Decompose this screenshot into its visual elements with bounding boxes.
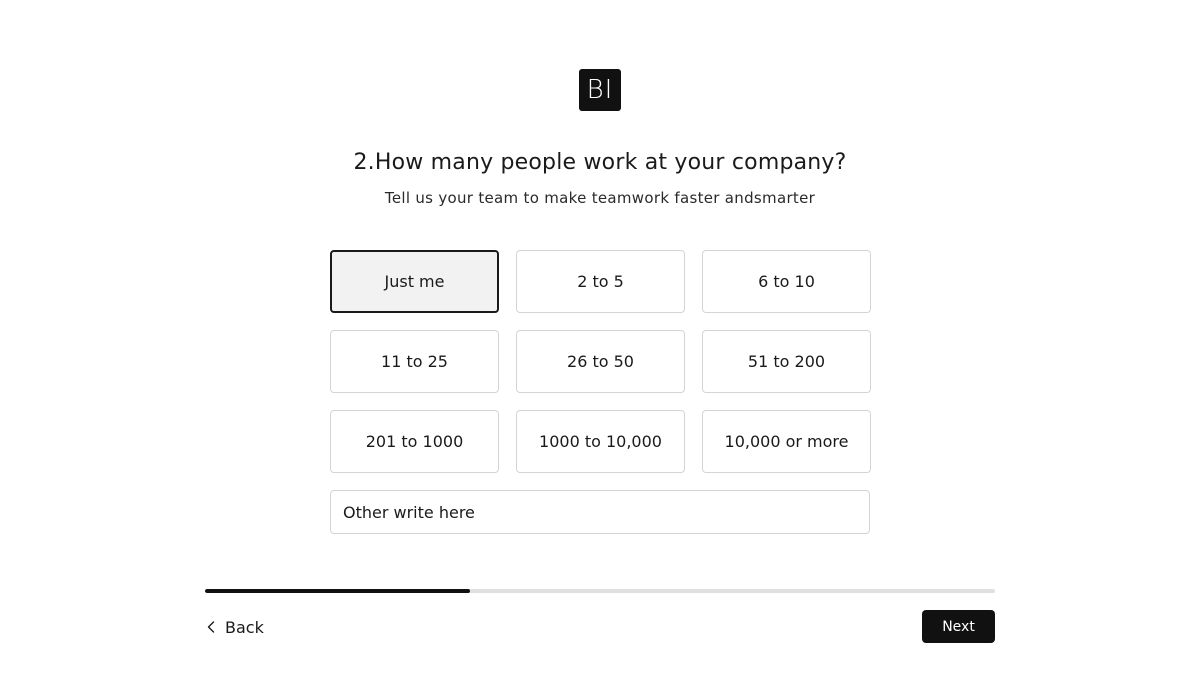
option-label: 201 to 1000 (365, 432, 464, 451)
team-size-options: Just me 2 to 5 6 to 10 11 to 25 26 to 50… (330, 250, 871, 473)
option-10000-or-more[interactable]: 10,000 or more (702, 410, 871, 473)
question-subtitle: Tell us your team to make teamwork faste… (384, 189, 816, 207)
option-26-to-50[interactable]: 26 to 50 (516, 330, 685, 393)
option-label: 11 to 25 (381, 352, 448, 371)
back-button[interactable]: Back (205, 612, 264, 642)
option-51-to-200[interactable]: 51 to 200 (702, 330, 871, 393)
option-label: 6 to 10 (758, 272, 815, 291)
option-just-me[interactable]: Just me (330, 250, 499, 313)
option-label: 51 to 200 (747, 352, 826, 371)
progress-bar (205, 589, 995, 593)
brand-logo: BI (579, 69, 621, 111)
next-button[interactable]: Next (922, 610, 995, 643)
option-6-to-10[interactable]: 6 to 10 (702, 250, 871, 313)
option-2-to-5[interactable]: 2 to 5 (516, 250, 685, 313)
option-1000-to-10000[interactable]: 1000 to 10,000 (516, 410, 685, 473)
option-label: 2 to 5 (577, 272, 624, 291)
option-201-to-1000[interactable]: 201 to 1000 (330, 410, 499, 473)
back-label: Back (225, 617, 264, 637)
option-label: 10,000 or more (724, 432, 849, 451)
question-title: 2.How many people work at your company? (353, 150, 847, 175)
chevron-left-icon (205, 620, 217, 634)
other-text-input[interactable] (330, 490, 870, 534)
option-label: Just me (384, 272, 445, 291)
option-label: 1000 to 10,000 (539, 432, 662, 451)
option-11-to-25[interactable]: 11 to 25 (330, 330, 499, 393)
progress-fill (205, 589, 470, 593)
onboarding-page: BI 2.How many people work at your compan… (0, 0, 1200, 677)
logo-text: BI (586, 75, 614, 105)
option-label: 26 to 50 (567, 352, 634, 371)
